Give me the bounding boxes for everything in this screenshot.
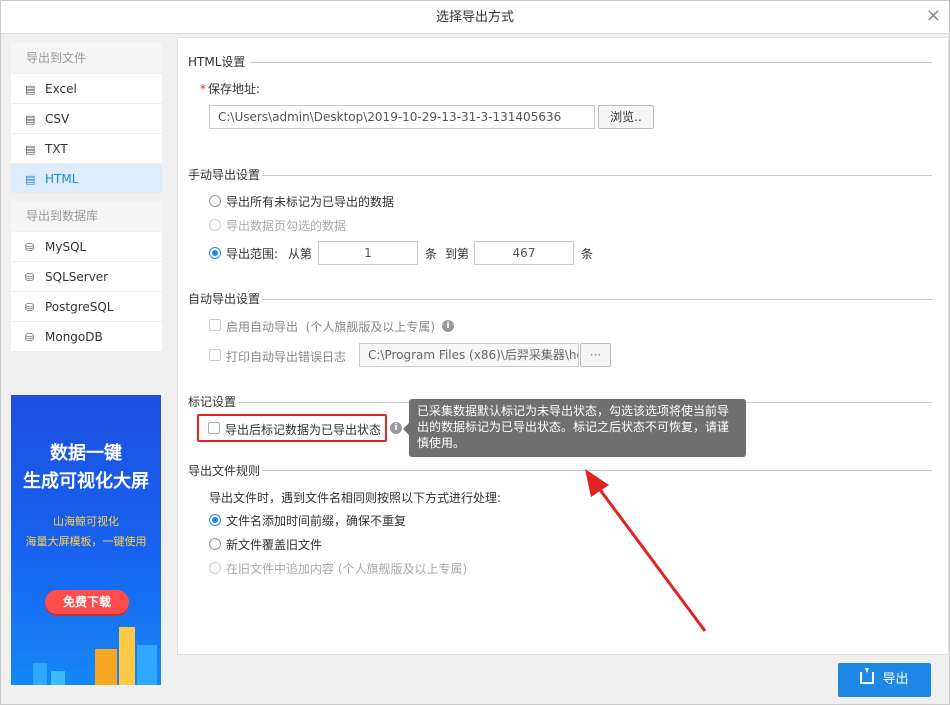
enable-auto-export-checkbox[interactable] — [209, 319, 221, 331]
radio-overwrite[interactable] — [209, 538, 221, 550]
sidebar-item-label: HTML — [45, 172, 79, 186]
sidebar-item-label: CSV — [45, 112, 70, 126]
range-from-input[interactable]: 1 — [318, 241, 418, 265]
radio-append[interactable] — [209, 562, 221, 574]
db-export-group: 导出到数据库 ⛁ MySQL ⛁ SQLServer ⛁ PostgreSQL ⛁ Mo… — [11, 201, 162, 351]
sidebar-item-mysql[interactable]: ⛁ MySQL — [11, 231, 162, 261]
sidebar: 导出到文件 ▤ Excel ▤ CSV ▤ TXT ▤ HTML 导出到数据库 ⛁ MyS… — [11, 43, 162, 359]
sidebar-item-mongodb[interactable]: ⛁ MongoDB — [11, 321, 162, 351]
browse-button[interactable]: 浏览.. — [598, 105, 654, 129]
sidebar-item-postgresql[interactable]: ⛁ PostgreSQL — [11, 291, 162, 321]
file-export-group: 导出到文件 ▤ Excel ▤ CSV ▤ TXT ▤ HTML — [11, 43, 162, 193]
banner-subtitle-2: 海量大屏模板，一键使用 — [25, 535, 147, 548]
range-from-label: 从第 — [288, 247, 313, 261]
sidebar-item-label: Excel — [45, 82, 77, 96]
range-to-input[interactable]: 467 — [474, 241, 574, 265]
dialog-title: 选择导出方式 — [435, 10, 514, 25]
sidebar-item-label: PostgreSQL — [45, 300, 114, 314]
banner-bar-graphic — [95, 649, 117, 685]
radio-overwrite-label: 新文件覆盖旧文件 — [226, 538, 323, 552]
radio-export-range[interactable] — [209, 247, 221, 259]
range-unit-label: 条 — [425, 247, 438, 261]
range-to-label: 到第 — [445, 247, 470, 261]
divider — [262, 299, 932, 300]
save-path-input[interactable]: C:\Users\admin\Desktop\2019-10-29-13-31-… — [209, 105, 595, 129]
file-icon: ▤ — [25, 83, 36, 96]
error-log-browse-button[interactable]: ··· — [580, 343, 611, 367]
mark-exported-label: 导出后标记数据为已导出状态 — [225, 423, 382, 437]
database-icon: ⛁ — [25, 271, 35, 284]
sidebar-item-csv[interactable]: ▤ CSV — [11, 103, 162, 133]
banner-bar-graphic — [137, 645, 157, 685]
file-rule-title: 导出文件规则 — [188, 464, 261, 478]
range-unit-label: 条 — [581, 247, 594, 261]
error-log-label: 打印自动导出错误日志 — [226, 350, 347, 364]
error-log-checkbox[interactable] — [209, 349, 221, 361]
mark-exported-checkbox[interactable] — [208, 422, 220, 434]
download-icon — [860, 668, 875, 684]
sidebar-item-label: MongoDB — [45, 330, 103, 344]
mark-tooltip: 已采集数据默认标记为未导出状态，勾选该选项将使当前导出的数据标记为已导出状态。标… — [403, 399, 746, 457]
file-icon: ▤ — [25, 143, 36, 156]
close-icon[interactable]: × — [926, 1, 941, 31]
sidebar-item-excel[interactable]: ▤ Excel — [11, 73, 162, 103]
free-download-button[interactable]: 免费下载 — [45, 590, 129, 614]
export-dialog: 选择导出方式 × 导出到文件 ▤ Excel ▤ CSV ▤ TXT ▤ HTML 导出… — [0, 0, 950, 705]
arrow-shaft — [593, 482, 707, 632]
settings-panel: HTML设置 * 保存地址: C:\Users\admin\Desktop\201… — [177, 37, 949, 655]
required-mark: * — [200, 82, 206, 96]
enable-auto-export-text: 启用自动导出 — [226, 320, 299, 334]
save-path-label-text: 保存地址: — [208, 82, 261, 96]
auto-settings-title: 自动导出设置 — [188, 292, 261, 306]
database-icon: ⛁ — [25, 331, 35, 344]
radio-export-all[interactable] — [209, 195, 221, 207]
radio-export-checked-label: 导出数据页勾选的数据 — [226, 219, 347, 233]
banner-title-line1: 数据一键 — [50, 443, 122, 464]
sidebar-item-label: TXT — [45, 142, 68, 156]
dialog-titlebar: 选择导出方式 × — [1, 1, 949, 34]
banner-bar-graphic — [119, 627, 135, 685]
annotation-arrow — [585, 469, 707, 632]
sidebar-item-html[interactable]: ▤ HTML — [11, 163, 162, 193]
sidebar-item-label: SQLServer — [45, 270, 109, 284]
sidebar-item-sqlserver[interactable]: ⛁ SQLServer — [11, 261, 162, 291]
banner-bar-graphic — [51, 671, 65, 685]
divider — [250, 62, 932, 63]
radio-export-all-label: 导出所有未标记为已导出的数据 — [226, 195, 395, 209]
database-icon: ⛁ — [25, 301, 35, 314]
mark-settings-title: 标记设置 — [188, 395, 237, 409]
error-log-path-input[interactable]: C:\Program Files (x86)\后羿采集器\ho — [359, 343, 579, 367]
ad-banner[interactable]: 数据一键 生成可视化大屏 山海鲸可视化 海量大屏模板，一键使用 免费下载 — [11, 395, 161, 685]
file-icon: ▤ — [25, 173, 36, 186]
file-rule-description: 导出文件时，遇到文件名相同则按照以下方式进行处理: — [209, 491, 502, 505]
enable-auto-export-label: 启用自动导出 (个人旗舰版及以上专属) — [226, 318, 435, 335]
edition-note: (个人旗舰版及以上专属) — [305, 320, 436, 334]
radio-export-checked[interactable] — [209, 219, 221, 231]
database-icon: ⛁ — [25, 241, 35, 254]
info-icon[interactable]: i — [442, 320, 454, 332]
export-button-label: 导出 — [882, 672, 909, 687]
manual-settings-title: 手动导出设置 — [188, 168, 261, 182]
radio-export-range-label: 导出范围: — [226, 247, 279, 261]
divider — [262, 175, 932, 176]
info-icon[interactable]: i — [390, 422, 402, 434]
banner-bar-graphic — [33, 663, 47, 685]
radio-add-time-prefix-label: 文件名添加时间前缀，确保不重复 — [226, 514, 407, 528]
banner-subtitle-1: 山海鲸可视化 — [53, 515, 119, 528]
banner-title-line2: 生成可视化大屏 — [23, 471, 149, 492]
db-group-title: 导出到数据库 — [11, 201, 162, 231]
file-icon: ▤ — [25, 113, 36, 126]
export-button[interactable]: 导出 — [838, 663, 931, 697]
save-path-label: * 保存地址: — [200, 80, 260, 97]
file-group-title: 导出到文件 — [11, 43, 162, 73]
html-settings-title: HTML设置 — [188, 55, 246, 69]
radio-append-label: 在旧文件中追加内容 (个人旗舰版及以上专属) — [226, 562, 468, 576]
sidebar-item-txt[interactable]: ▤ TXT — [11, 133, 162, 163]
arrow-head — [585, 469, 609, 497]
radio-add-time-prefix[interactable] — [209, 514, 221, 526]
sidebar-item-label: MySQL — [45, 240, 87, 254]
